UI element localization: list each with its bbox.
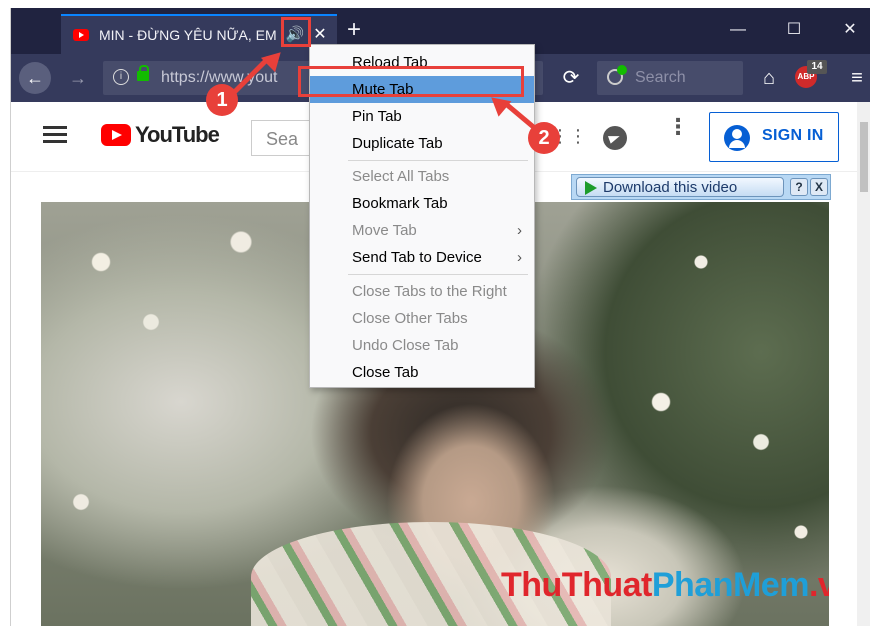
menu-separator [348, 160, 528, 161]
browser-window: MIN - ĐỪNG YÊU NỮA, EM 🔊 ✕ + — ☐ ✕ ← → i… [10, 8, 870, 626]
play-icon [585, 181, 597, 195]
info-icon[interactable]: i [113, 69, 129, 85]
scrollbar-thumb[interactable] [860, 122, 868, 192]
youtube-icon [73, 29, 89, 41]
watermark-part2: PhanMem [651, 566, 810, 604]
highlight-box-mute-tab [298, 66, 524, 97]
tab-close-icon[interactable]: ✕ [311, 24, 329, 46]
search-box[interactable]: Search [597, 61, 743, 95]
menu-item-duplicate-tab[interactable]: Duplicate Tab [310, 130, 534, 157]
adblock-count-badge: 14 [807, 60, 827, 74]
chevron-right-icon: › [517, 249, 522, 266]
menu-item-label: Close Tabs to the Right [352, 283, 507, 300]
youtube-logo-text[interactable]: YouTube [135, 122, 220, 148]
menu-item-label: Move Tab [352, 222, 417, 239]
share-icon[interactable] [603, 126, 627, 150]
download-toolbar: Download this video ? X [571, 174, 831, 200]
menu-separator [348, 274, 528, 275]
site-watermark: ThuThuatPhanMem.vn [501, 566, 829, 605]
menu-item-label: Close Other Tabs [352, 310, 468, 327]
reload-icon[interactable]: ⟳ [557, 64, 585, 92]
new-tab-button[interactable]: + [347, 18, 361, 42]
watermark-part1: ThuThuat [501, 566, 652, 604]
more-vert-icon[interactable]: ⋮ [667, 116, 689, 152]
menu-item-select-all-tabs[interactable]: Select All Tabs [310, 163, 534, 190]
hamburger-menu-icon[interactable]: ≡ [845, 64, 869, 92]
lock-icon [137, 65, 149, 81]
account-icon [724, 125, 750, 151]
chevron-right-icon: › [517, 222, 522, 239]
search-engine-add-icon [617, 65, 627, 75]
menu-item-label: Send Tab to Device [352, 249, 482, 266]
menu-item-label: Close Tab [352, 364, 419, 381]
help-icon[interactable]: ? [790, 178, 808, 196]
watermark-part3: .vn [808, 566, 829, 604]
menu-item-label: Undo Close Tab [352, 337, 459, 354]
menu-item-close-tab[interactable]: Close Tab [310, 359, 534, 386]
youtube-search-placeholder: Sea [266, 129, 299, 149]
menu-item-bookmark-tab[interactable]: Bookmark Tab [310, 190, 534, 217]
menu-item-undo-close-tab[interactable]: Undo Close Tab [310, 332, 534, 359]
step-2-badge: 2 [528, 122, 560, 154]
menu-item-label: Select All Tabs [352, 168, 450, 185]
menu-item-close-other-tabs[interactable]: Close Other Tabs [310, 305, 534, 332]
download-video-button[interactable]: Download this video [576, 177, 784, 197]
back-arrow-icon[interactable]: ← [19, 62, 51, 94]
download-label: Download this video [603, 179, 738, 196]
maximize-button[interactable]: ☐ [779, 18, 809, 42]
forward-arrow-icon[interactable]: → [63, 62, 93, 94]
home-icon[interactable]: ⌂ [755, 64, 783, 92]
step-1-badge: 1 [206, 84, 238, 116]
sign-in-label: SIGN IN [762, 127, 824, 144]
menu-item-label: Bookmark Tab [352, 195, 448, 212]
menu-item-label: Pin Tab [352, 108, 402, 125]
youtube-menu-icon[interactable] [43, 126, 67, 144]
menu-item-label: Duplicate Tab [352, 135, 443, 152]
highlight-box-audio-icon [281, 17, 311, 47]
search-placeholder: Search [635, 69, 686, 86]
youtube-logo-icon[interactable] [101, 124, 131, 146]
sign-in-button[interactable]: SIGN IN [709, 112, 839, 162]
menu-item-move-tab[interactable]: Move Tab › [310, 217, 534, 244]
page-scrollbar[interactable] [857, 102, 870, 626]
minimize-button[interactable]: — [723, 18, 753, 42]
tab-title: MIN - ĐỪNG YÊU NỮA, EM [99, 27, 277, 43]
menu-item-close-tabs-right[interactable]: Close Tabs to the Right [310, 278, 534, 305]
close-window-button[interactable]: ✕ [835, 18, 865, 42]
menu-item-send-tab-to-device[interactable]: Send Tab to Device › [310, 244, 534, 271]
close-icon[interactable]: X [810, 178, 828, 196]
